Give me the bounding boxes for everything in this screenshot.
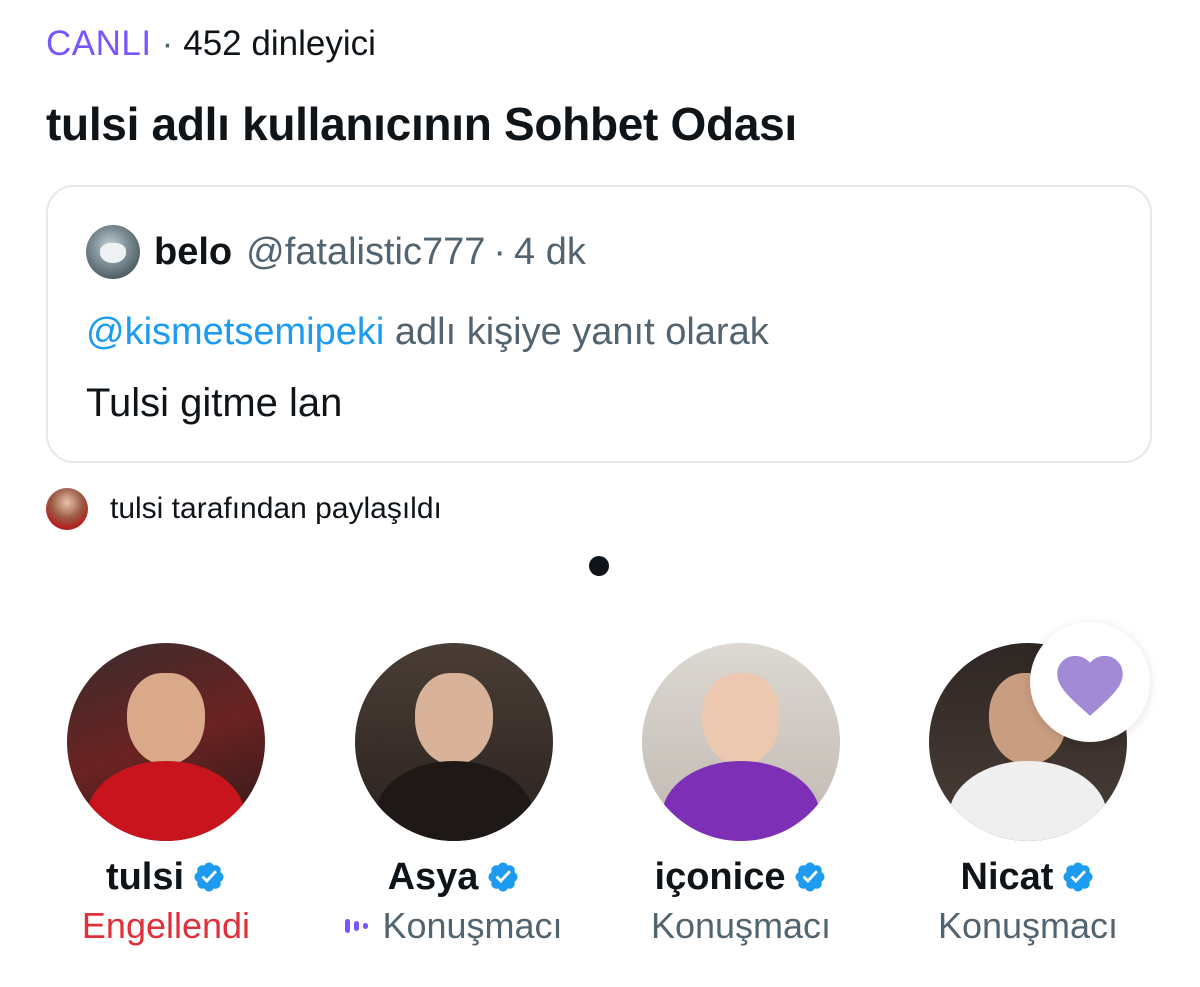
speaker-name: içonice — [654, 856, 786, 898]
heart-icon — [1057, 655, 1123, 716]
pinned-post-card[interactable]: belo @fatalistic777 · 4 dk @kismetsemipe… — [46, 185, 1152, 463]
speaker-avatar — [642, 643, 840, 841]
speaker-avatar — [67, 643, 265, 841]
separator-dot: · — [493, 231, 507, 273]
post-text: Tulsi gitme lan — [86, 381, 343, 425]
speaker-avatar — [355, 643, 553, 841]
speaker-name-row: içonice — [621, 853, 861, 901]
shared-by-text: tulsi tarafından paylaşıldı — [110, 492, 442, 525]
post-time: 4 dk — [514, 231, 586, 273]
speaker-role: Konuşmacı — [650, 905, 832, 946]
verified-badge-icon — [795, 862, 825, 892]
speaker-name: tulsi — [105, 856, 185, 898]
space-title: tulsi adlı kullanıcının Sohbet Odası — [46, 98, 797, 150]
speaker-name-row: Nicat — [908, 853, 1148, 901]
author-handle[interactable]: @fatalistic777 — [246, 227, 485, 277]
heart-reaction-button[interactable] — [1030, 622, 1150, 742]
reply-context: @kismetsemipeki adlı kişiye yanıt olarak — [86, 307, 769, 357]
speaker-role: Konuşmacı — [382, 905, 563, 946]
separator-dot: · — [161, 24, 174, 63]
speaker-role: Konuşmacı — [937, 905, 1119, 946]
verified-badge-icon — [194, 862, 224, 892]
speaker-name-row: Asya — [334, 853, 574, 901]
verified-badge-icon — [1063, 862, 1093, 892]
speaker-role-row: Konuşmacı — [334, 903, 574, 949]
speaker-tulsi[interactable]: tulsi Engellendi — [46, 643, 286, 949]
shared-by-row[interactable]: tulsi tarafından paylaşıldı — [46, 488, 442, 530]
verified-badge-icon — [488, 862, 518, 892]
speaker-asya[interactable]: Asya Konuşmacı — [334, 643, 574, 949]
listener-count: 452 dinleyici — [183, 24, 376, 63]
reply-text: adlı kişiye yanıt olarak — [394, 311, 769, 353]
pagination-dot — [589, 556, 609, 576]
speaker-iconice[interactable]: içonice Konuşmacı — [621, 643, 861, 949]
speaker-name-row: tulsi — [46, 853, 286, 901]
live-label: CANLI — [46, 24, 152, 63]
sharer-avatar — [46, 488, 88, 530]
audio-wave-icon — [345, 919, 369, 933]
author-name[interactable]: belo — [154, 227, 232, 277]
author-avatar[interactable] — [86, 225, 140, 279]
reply-mention-link[interactable]: @kismetsemipeki — [86, 311, 384, 353]
speaker-name: Asya — [387, 856, 479, 898]
space-status-row: CANLI · 452 dinleyici — [46, 22, 376, 66]
speaker-role: Engellendi — [81, 905, 251, 946]
post-header: belo @fatalistic777 · 4 dk — [86, 225, 586, 279]
speaker-name: Nicat — [960, 856, 1054, 898]
